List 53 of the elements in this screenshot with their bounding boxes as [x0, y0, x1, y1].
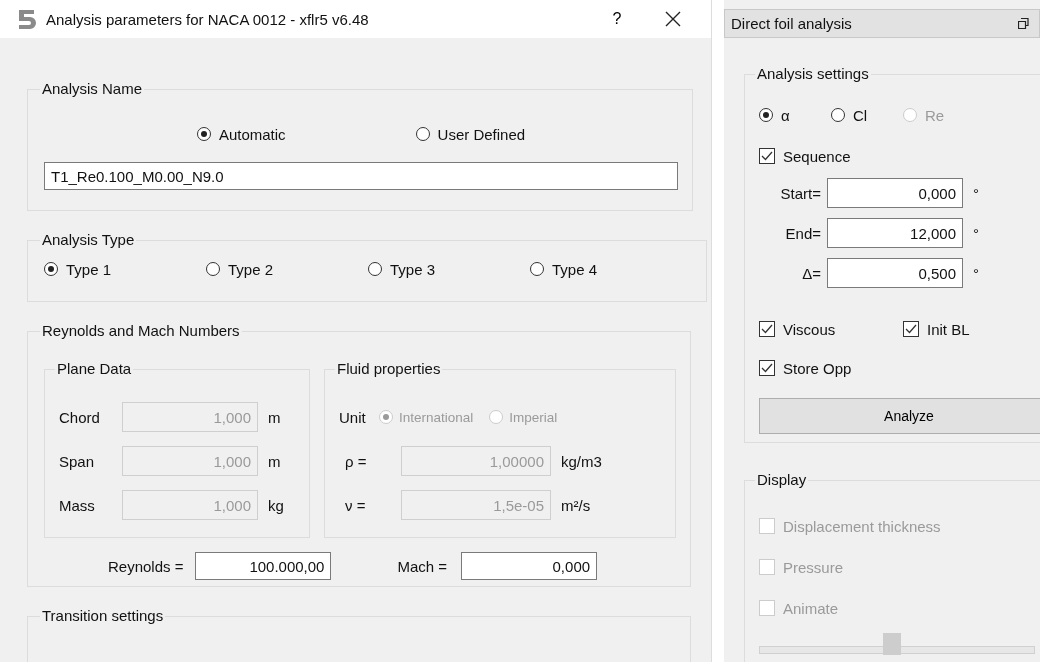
- field-label: ρ =: [344, 452, 368, 470]
- window-title: Analysis parameters for NACA 0012 - xflr5 v6.48: [46, 10, 370, 28]
- close-icon[interactable]: [665, 11, 681, 27]
- radio-option[interactable]: User Defined: [415, 125, 526, 143]
- checkbox-option[interactable]: Viscous: [759, 317, 903, 341]
- group-title: Display: [756, 471, 808, 489]
- radio-option[interactable]: Automatic: [196, 125, 286, 143]
- group-title: Analysis settings: [756, 65, 870, 83]
- group-title: Transition settings: [41, 607, 165, 625]
- unit-label: °: [973, 264, 979, 282]
- unit-label: °: [973, 184, 979, 202]
- radio-option[interactable]: Type 3: [368, 260, 530, 278]
- field-label: Span: [59, 452, 96, 470]
- checkbox-option[interactable]: Sequence: [759, 144, 1040, 168]
- name-input-field[interactable]: T1_Re0.100_M0.00_N9.0: [44, 162, 678, 190]
- app-logo-icon: [16, 8, 38, 30]
- field-label: Δ=: [801, 264, 822, 282]
- field-label: Unit: [339, 408, 367, 426]
- radio-option[interactable]: Type 1: [44, 260, 206, 278]
- help-button[interactable]: ?: [597, 10, 637, 28]
- group-title: Analysis Type: [41, 231, 136, 249]
- value-field[interactable]: 0,500: [827, 258, 963, 288]
- analyze-button[interactable]: Analyze: [759, 398, 1040, 434]
- unit-label: m: [268, 408, 281, 426]
- unit-label: kg/m3: [561, 452, 602, 470]
- value-field[interactable]: 12,000: [827, 218, 963, 248]
- radio-option[interactable]: Cl: [831, 106, 875, 124]
- field-label: Mach =: [397, 557, 448, 575]
- field-label: Reynolds =: [108, 557, 184, 575]
- field-label: Chord: [59, 408, 101, 426]
- group-title: Analysis Name: [41, 80, 144, 98]
- value-field[interactable]: 0,000: [827, 178, 963, 208]
- radio-option[interactable]: α: [759, 106, 803, 124]
- unit-label: °: [973, 224, 979, 242]
- group-title: Plane Data: [56, 360, 133, 378]
- unit-label: kg: [268, 496, 284, 514]
- field-label: Start=: [779, 184, 822, 202]
- group-title: Reynolds and Mach Numbers: [41, 322, 241, 340]
- field-label: Mass: [59, 496, 96, 514]
- slider-thumb[interactable]: [882, 633, 901, 655]
- checkbox-option[interactable]: Init BL: [903, 317, 1040, 341]
- restore-icon[interactable]: [1018, 18, 1029, 29]
- panel-title: Direct foil analysis: [731, 15, 852, 32]
- group-title: Fluid properties: [336, 360, 442, 378]
- radio-option[interactable]: Type 2: [206, 260, 368, 278]
- reynolds-field[interactable]: 100.000,00: [195, 552, 332, 580]
- unit-label: m²/s: [561, 496, 591, 514]
- field-label: ν =: [344, 496, 367, 514]
- checkbox-option[interactable]: Store Opp: [759, 356, 903, 380]
- radio-option[interactable]: Type 4: [530, 260, 692, 278]
- field-label: End=: [784, 224, 822, 242]
- mach-field[interactable]: 0,000: [461, 552, 598, 580]
- unit-label: m: [268, 452, 281, 470]
